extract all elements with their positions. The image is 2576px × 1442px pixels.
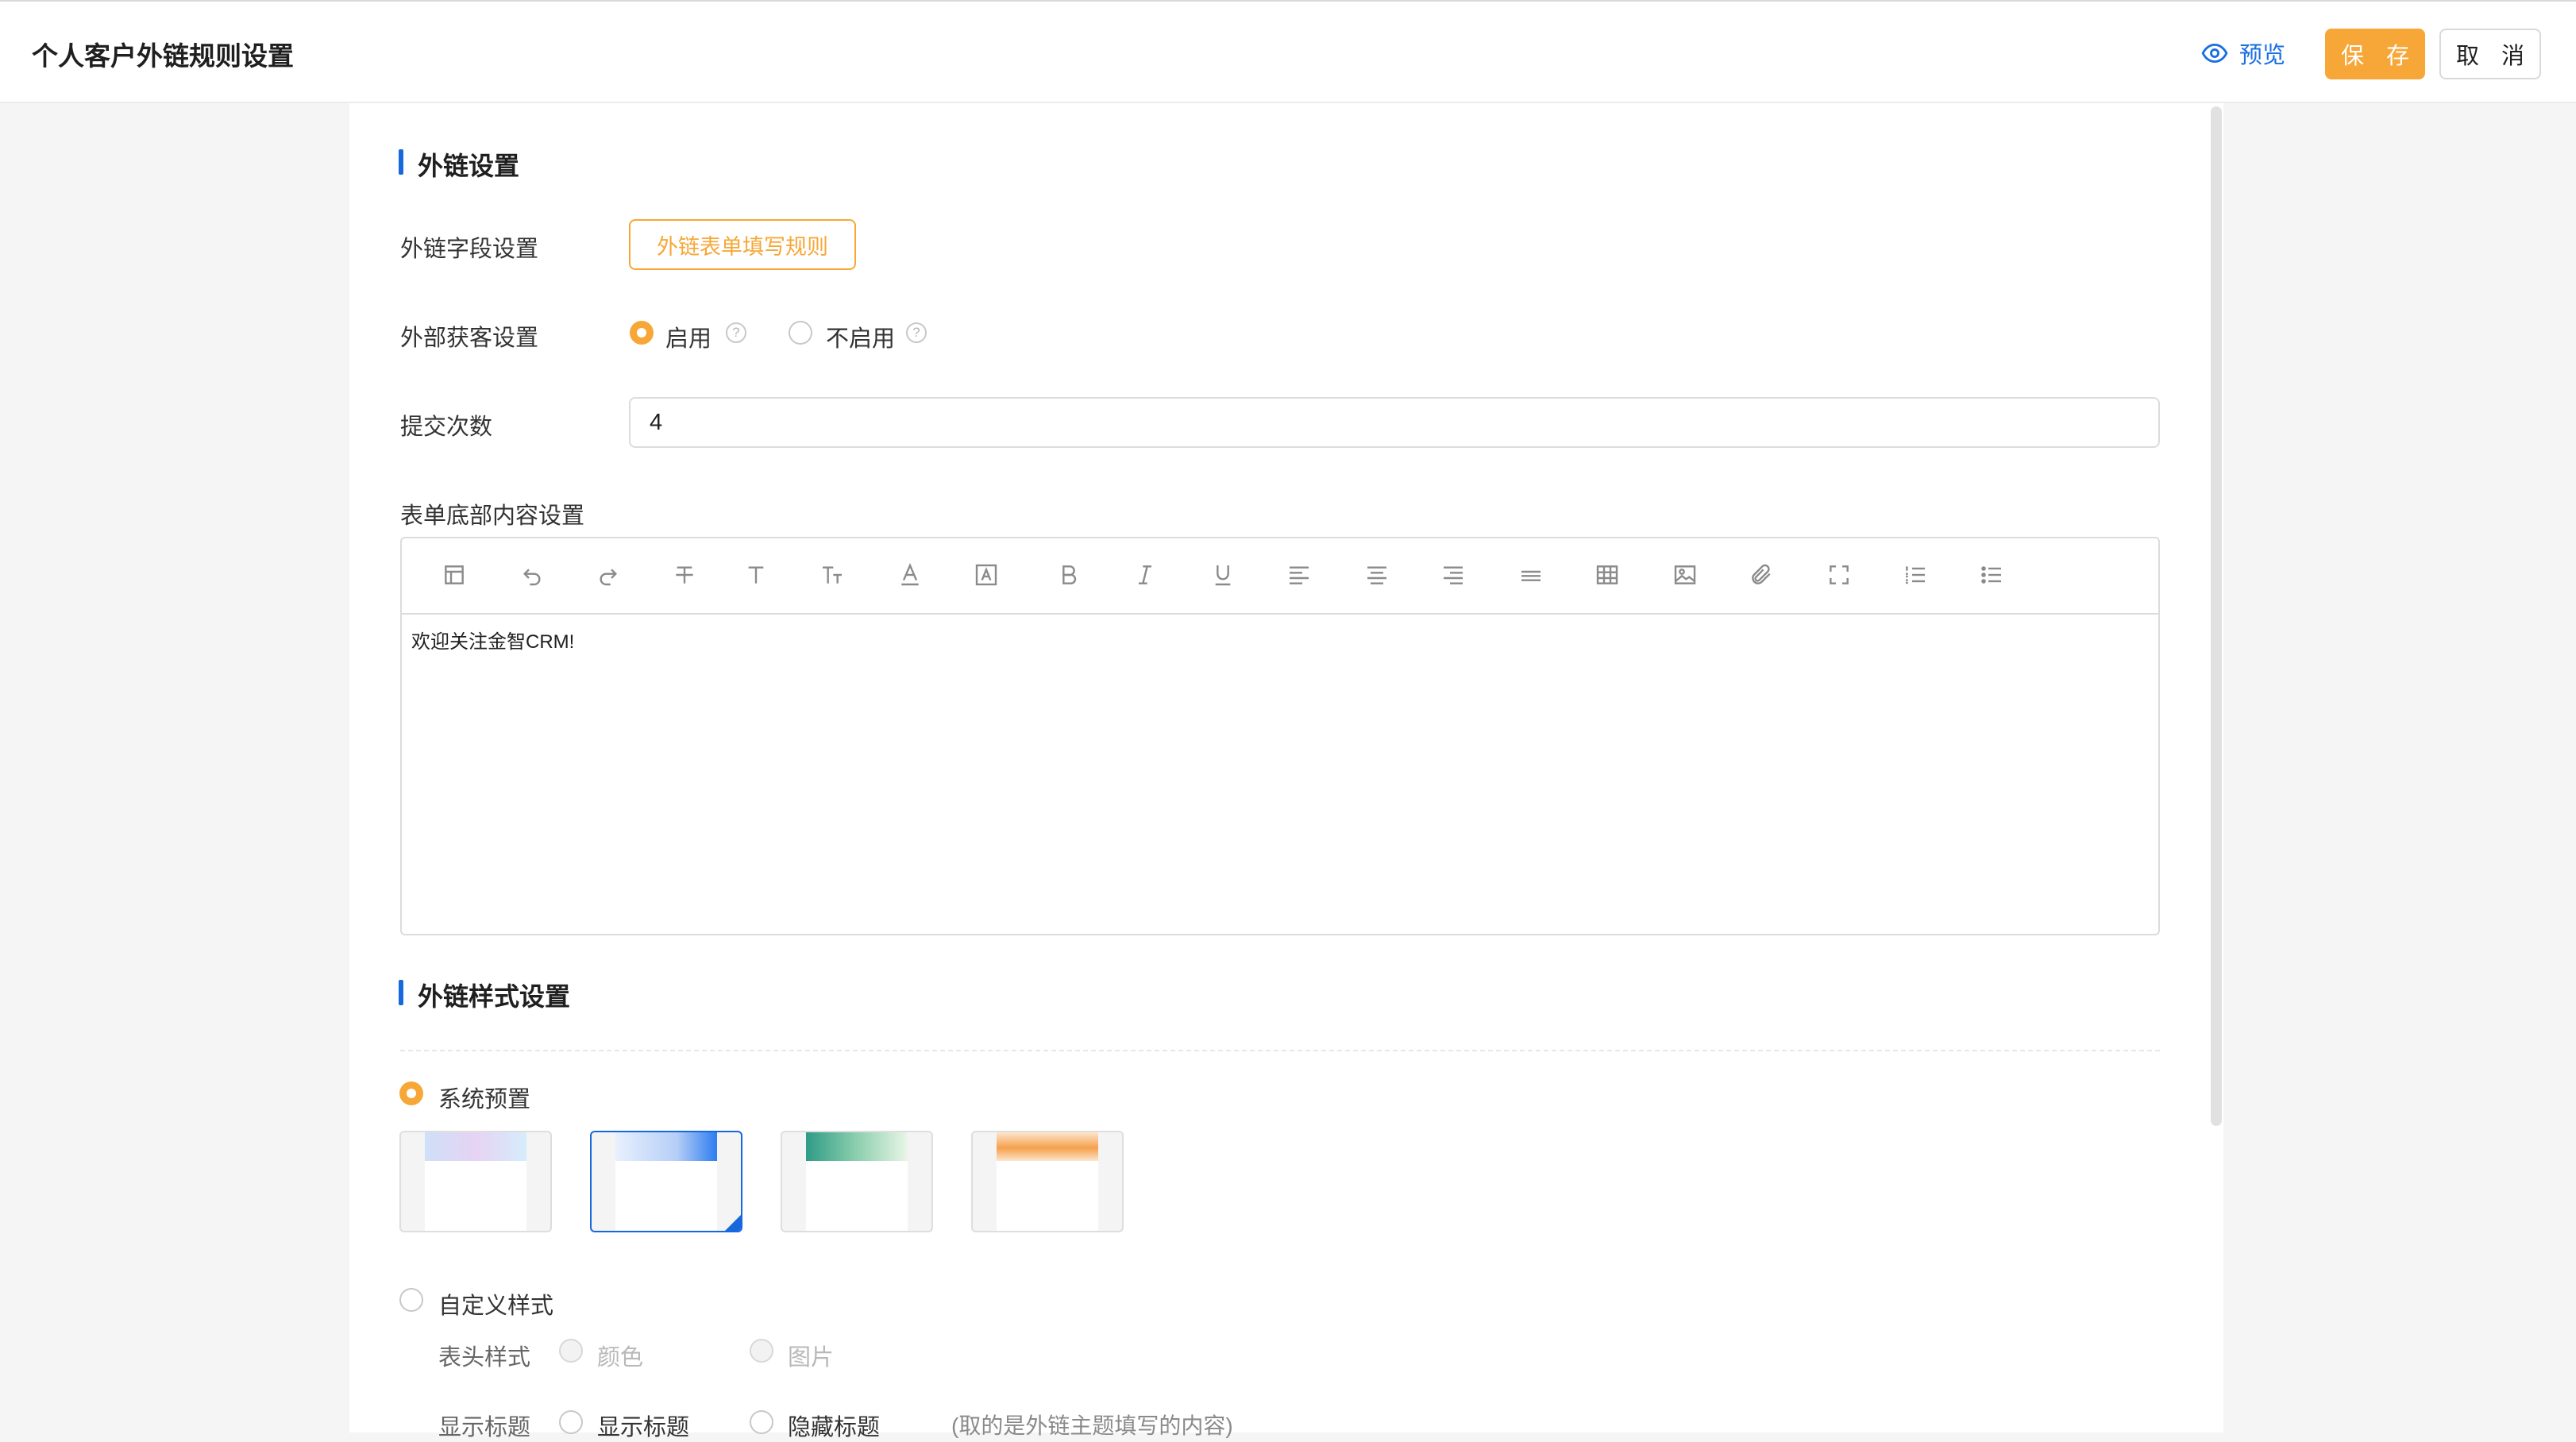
image-radio[interactable] — [750, 1339, 773, 1363]
system-preset-radio[interactable] — [399, 1082, 423, 1105]
hide-title-radio-label: 隐藏标题 — [788, 1415, 881, 1440]
show-title-label: 显示标题 — [438, 1415, 531, 1440]
theme-option-2[interactable] — [590, 1131, 742, 1232]
undo-icon[interactable] — [515, 557, 550, 592]
question-circle-icon[interactable]: ? — [726, 322, 746, 343]
preview-button[interactable]: 预览 — [2201, 33, 2285, 73]
theme-header-band — [997, 1132, 1098, 1161]
template-icon[interactable] — [437, 557, 472, 592]
cancel-button[interactable]: 取 消 — [2439, 29, 2541, 79]
align-right-icon[interactable] — [1436, 557, 1471, 592]
fullscreen-icon[interactable] — [1822, 557, 1857, 592]
save-button[interactable]: 保 存 — [2325, 29, 2425, 79]
enable-radio-label: 启用 — [665, 326, 712, 352]
font-color-icon[interactable] — [893, 557, 927, 592]
question-circle-icon[interactable]: ? — [906, 322, 927, 343]
theme-header-band — [425, 1132, 526, 1161]
enable-radio[interactable] — [630, 321, 654, 345]
background-color-icon[interactable] — [969, 557, 1004, 592]
ordered-list-icon[interactable] — [1898, 557, 1933, 592]
theme-card — [997, 1161, 1098, 1231]
hide-title-radio[interactable] — [750, 1410, 773, 1434]
show-title-note: (取的是外链主题填写的内容) — [951, 1413, 1233, 1438]
strikethrough-icon[interactable] — [667, 557, 702, 592]
bold-icon[interactable] — [1051, 557, 1086, 592]
align-left-icon[interactable] — [1282, 557, 1317, 592]
submit-count-input[interactable] — [629, 397, 2160, 448]
selected-check-icon — [725, 1215, 741, 1231]
redo-icon[interactable] — [591, 557, 626, 592]
custom-style-label: 自定义样式 — [438, 1294, 554, 1319]
color-radio[interactable] — [559, 1339, 583, 1363]
theme-option-3[interactable] — [781, 1131, 933, 1232]
footer-content-label: 表单底部内容设置 — [400, 503, 585, 529]
disable-radio[interactable] — [789, 321, 812, 345]
theme-header-band — [615, 1132, 717, 1161]
custom-style-radio[interactable] — [399, 1288, 423, 1312]
editor-toolbar — [402, 538, 2158, 615]
table-icon[interactable] — [1590, 557, 1625, 592]
text-icon[interactable] — [738, 557, 773, 592]
italic-icon[interactable] — [1128, 557, 1163, 592]
section-title-link-settings: 外链设置 — [399, 146, 519, 183]
theme-header-band — [806, 1132, 908, 1161]
image-radio-label: 图片 — [788, 1345, 835, 1371]
field-settings-label: 外链字段设置 — [400, 237, 539, 262]
theme-card — [425, 1161, 526, 1231]
color-radio-label: 颜色 — [597, 1345, 644, 1371]
theme-card — [615, 1161, 717, 1231]
editor-content[interactable]: 欢迎关注金智CRM! — [411, 626, 574, 654]
align-center-icon[interactable] — [1359, 557, 1394, 592]
theme-option-4[interactable] — [971, 1131, 1124, 1232]
form-rules-button[interactable]: 外链表单填写规则 — [629, 219, 856, 270]
scrollbar[interactable] — [2211, 106, 2222, 1126]
horizontal-rule-icon[interactable] — [1514, 557, 1548, 592]
theme-card — [806, 1161, 908, 1231]
divider — [400, 1050, 2160, 1051]
unordered-list-icon[interactable] — [1974, 557, 2009, 592]
image-icon[interactable] — [1668, 557, 1703, 592]
submit-count-label: 提交次数 — [400, 414, 493, 440]
preview-label: 预览 — [2239, 43, 2286, 68]
disable-radio-label: 不启用 — [826, 326, 896, 352]
section-title-style-settings: 外链样式设置 — [399, 977, 570, 1013]
font-size-icon[interactable] — [815, 557, 850, 592]
theme-option-1[interactable] — [399, 1131, 552, 1232]
eye-icon — [2201, 43, 2228, 64]
top-bar: 个人客户外链规则设置 预览 保 存 取 消 — [0, 0, 2576, 103]
header-style-label: 表头样式 — [438, 1345, 531, 1371]
page-title: 个人客户外链规则设置 — [32, 41, 294, 71]
system-preset-label: 系统预置 — [438, 1087, 531, 1112]
show-title-radio-label: 显示标题 — [597, 1415, 690, 1440]
show-title-radio[interactable] — [559, 1410, 583, 1434]
underline-icon[interactable] — [1205, 557, 1240, 592]
rich-text-editor[interactable]: 欢迎关注金智CRM! — [400, 537, 2160, 935]
attachment-icon[interactable] — [1744, 557, 1779, 592]
external-acquisition-label: 外部获客设置 — [400, 326, 539, 351]
